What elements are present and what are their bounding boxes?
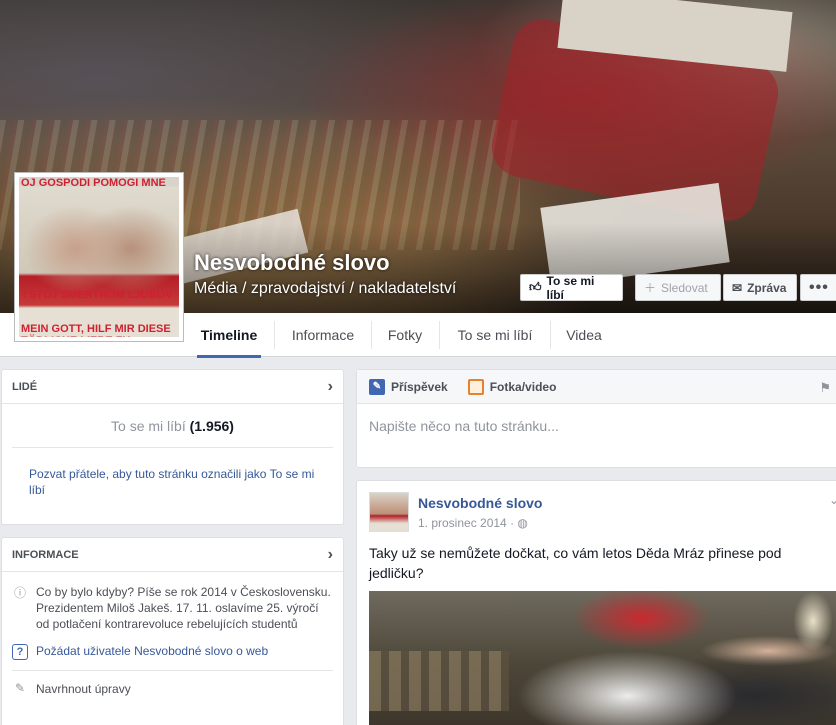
tab-photos[interactable]: Fotky bbox=[378, 313, 432, 357]
tab-divider bbox=[439, 321, 440, 349]
likes-count-line: To se mi líbí (1.956) bbox=[12, 404, 333, 448]
people-card-header[interactable]: LIDÉ › bbox=[2, 370, 343, 404]
post-author-avatar[interactable] bbox=[369, 492, 409, 532]
composer-tab-post-label: Příspěvek bbox=[391, 379, 448, 394]
profile-picture[interactable]: OJ GOSPODI POMOGI MNE I STOJ SMERTHOM LJ… bbox=[14, 172, 184, 342]
likes-count: (1.956) bbox=[189, 418, 234, 434]
people-card: LIDÉ › To se mi líbí (1.956) Pozvat přát… bbox=[1, 369, 344, 525]
post-date-text: 1. prosinec 2014 · bbox=[418, 516, 515, 530]
post-date[interactable]: 1. prosinec 2014 · ◍ bbox=[418, 516, 528, 530]
chevron-right-icon[interactable]: › bbox=[328, 378, 333, 396]
globe-icon: ◍ bbox=[517, 516, 528, 530]
profile-pic-text-middle: I STOJ SMERTHOM LJUBOV bbox=[23, 289, 173, 301]
request-web-link[interactable]: Požádat uživatele Nesvobodné slovo o web bbox=[36, 644, 268, 660]
tab-info[interactable]: Informace bbox=[280, 313, 366, 357]
profile-pic-text-top: OJ GOSPODI POMOGI MNE bbox=[21, 177, 166, 189]
composer-tabs: ✎ Příspěvek Fotka/video bbox=[357, 370, 836, 404]
likes-label: To se mi líbí bbox=[111, 418, 186, 434]
message-button-label: Zpráva bbox=[747, 280, 787, 295]
chevron-down-icon[interactable]: ⌄ bbox=[829, 493, 836, 507]
follow-button-label: Sledovat bbox=[661, 280, 708, 295]
post-image-shelf bbox=[369, 651, 509, 711]
post-author-name[interactable]: Nesvobodné slovo bbox=[418, 495, 542, 511]
follow-button[interactable]: ＋ Sledovat bbox=[635, 274, 721, 301]
suggest-edits-row[interactable]: ✎ Navrhnout úpravy bbox=[2, 681, 343, 697]
composer-tab-photo[interactable]: Fotka/video bbox=[467, 378, 557, 395]
info-card-header[interactable]: INFORMACE › bbox=[2, 538, 343, 572]
post-image[interactable] bbox=[369, 591, 836, 725]
timeline-post: Nesvobodné slovo 1. prosinec 2014 · ◍ ⌄ … bbox=[356, 480, 836, 725]
invite-friends-link[interactable]: Pozvat přátele, aby tuto stránku označil… bbox=[2, 448, 343, 498]
tab-timeline[interactable]: Timeline bbox=[197, 313, 261, 358]
people-card-title: LIDÉ bbox=[12, 380, 38, 393]
photo-icon bbox=[467, 378, 484, 395]
plus-icon: ＋ bbox=[644, 281, 657, 295]
tab-likes[interactable]: To se mi líbí bbox=[446, 313, 544, 357]
chat-bubble-icon: ✉ bbox=[732, 280, 743, 295]
more-dots-icon: ••• bbox=[809, 278, 829, 296]
composer-input[interactable]: Napište něco na tuto stránku... bbox=[357, 404, 836, 448]
page-title[interactable]: Nesvobodné slovo bbox=[194, 250, 390, 276]
info-description-row: ⓘ Co by bylo kdyby? Píše se rok 2014 v Č… bbox=[2, 584, 343, 632]
info-card-title: INFORMACE bbox=[12, 548, 79, 561]
like-button-label: To se mi líbí bbox=[546, 273, 595, 302]
composer-tab-post[interactable]: ✎ Příspěvek bbox=[369, 378, 448, 395]
message-button[interactable]: ✉ Zpráva bbox=[723, 274, 797, 301]
pencil-icon: ✎ bbox=[14, 681, 26, 695]
profile-image: OJ GOSPODI POMOGI MNE I STOJ SMERTHOM LJ… bbox=[19, 177, 179, 337]
info-description: Co by bylo kdyby? Píše se rok 2014 v Čes… bbox=[36, 585, 331, 631]
suggest-edits-link[interactable]: Navrhnout úpravy bbox=[36, 681, 131, 697]
composer-tab-photo-label: Fotka/video bbox=[489, 379, 557, 394]
flag-icon[interactable]: ⚑ bbox=[819, 380, 831, 396]
question-icon: ? bbox=[12, 644, 28, 660]
post-composer: ✎ Příspěvek Fotka/video ⚑ Napište něco n… bbox=[356, 369, 836, 468]
tab-videos[interactable]: Videa bbox=[558, 313, 610, 357]
more-button[interactable]: ••• bbox=[800, 274, 836, 301]
thumbs-up-icon: 👍︎ bbox=[529, 280, 542, 294]
info-card: INFORMACE › ⓘ Co by bylo kdyby? Píše se … bbox=[1, 537, 344, 725]
info-divider bbox=[12, 670, 333, 671]
like-button[interactable]: 👍︎ To se mi líbí bbox=[520, 273, 623, 302]
tab-divider bbox=[550, 321, 551, 349]
info-icon: ⓘ bbox=[13, 586, 26, 600]
tab-divider bbox=[274, 321, 275, 349]
chevron-right-icon[interactable]: › bbox=[328, 546, 333, 564]
pencil-icon: ✎ bbox=[369, 378, 385, 395]
post-image-lamp bbox=[793, 591, 833, 651]
page-category[interactable]: Média / zpravodajství / nakladatelství bbox=[194, 280, 456, 298]
request-web-row[interactable]: ? Požádat uživatele Nesvobodné slovo o w… bbox=[2, 644, 343, 660]
profile-pic-text-bottom: MEIN GOTT, HILF MIR DIESE TÖDLICHE LIEBE… bbox=[21, 323, 171, 337]
post-text: Taky už se nemůžete dočkat, co vám letos… bbox=[369, 545, 782, 581]
tab-divider bbox=[371, 321, 372, 349]
